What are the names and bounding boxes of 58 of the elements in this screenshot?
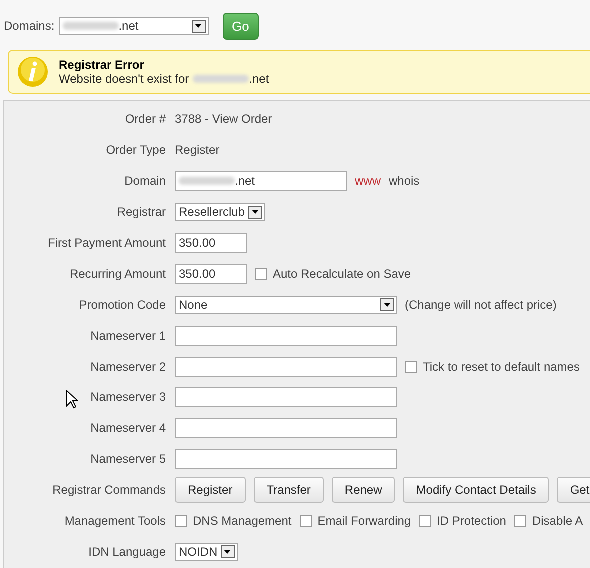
checkbox[interactable]	[419, 515, 432, 528]
checkbox-label: Tick to reset to default names	[423, 360, 580, 374]
command-button[interactable]: Modify Contact Details	[403, 477, 550, 504]
field-label: Domain	[124, 174, 166, 188]
command-button[interactable]: Register	[175, 477, 246, 504]
command-button[interactable]: Renew	[332, 477, 396, 504]
domains-dropdown[interactable]: .net	[58, 17, 209, 35]
dropdown[interactable]: None	[175, 296, 397, 314]
checkbox-label: ID Protection	[437, 514, 506, 528]
input-field[interactable]	[175, 418, 397, 438]
checkbox[interactable]	[255, 268, 267, 280]
field-label: Nameserver 1	[90, 328, 166, 343]
checkbox[interactable]	[405, 360, 417, 373]
field-label: Nameserver 5	[90, 452, 166, 466]
field-label: Nameserver 2	[90, 360, 166, 374]
input-field[interactable]	[175, 387, 397, 408]
input-field[interactable]	[175, 356, 397, 377]
input-field[interactable]	[175, 449, 397, 470]
field-label: Recurring Amount	[70, 266, 166, 281]
link[interactable]: www	[355, 174, 381, 188]
domains-label: Domains:	[4, 19, 55, 33]
alert-title: Registrar Error	[59, 58, 146, 72]
field-label: First Payment Amount	[48, 236, 166, 250]
field-label: Order #	[125, 112, 166, 126]
field-label: Nameserver 3	[90, 390, 166, 404]
redacted-text	[193, 75, 250, 83]
field-label: Registrar Commands	[52, 483, 166, 498]
note-text: (Change will not affect price)	[405, 298, 557, 312]
redacted-text	[62, 22, 119, 30]
field-label: Promotion Code	[79, 298, 166, 312]
field-value: 3788 - View Order	[175, 112, 272, 126]
checkbox-label: Email Forwarding	[318, 514, 412, 528]
checkbox[interactable]	[175, 515, 187, 528]
checkbox-label: Disable A	[532, 514, 584, 528]
checkbox[interactable]	[300, 515, 312, 528]
redacted-text	[179, 177, 235, 186]
field-label: Nameserver 4	[90, 421, 166, 436]
alert-domain: .net	[249, 72, 270, 86]
info-icon	[17, 56, 49, 88]
input-field[interactable]: 350.00	[175, 264, 247, 284]
cursor-icon	[66, 390, 78, 409]
input-field[interactable]	[175, 326, 397, 346]
dropdown[interactable]: Resellerclub	[175, 203, 266, 222]
field-value: Register	[175, 143, 220, 158]
command-button[interactable]: Get	[557, 477, 590, 504]
checkbox[interactable]	[514, 515, 526, 528]
checkbox-label: Auto Recalculate on Save	[273, 266, 412, 281]
field-label: Management Tools	[64, 514, 166, 528]
field-label: IDN Language	[88, 544, 166, 559]
field-label: Order Type	[106, 143, 166, 158]
field-label: Registrar	[117, 205, 166, 220]
link[interactable]: whois	[389, 174, 420, 188]
command-button[interactable]: Transfer	[254, 477, 324, 504]
input-field[interactable]: 350.00	[175, 233, 247, 253]
checkbox-label: DNS Management	[193, 514, 292, 528]
alert-message: Website doesn't exist for	[59, 72, 190, 86]
dropdown[interactable]: NOIDN	[175, 542, 238, 561]
domain-input[interactable]: .net	[175, 171, 347, 192]
